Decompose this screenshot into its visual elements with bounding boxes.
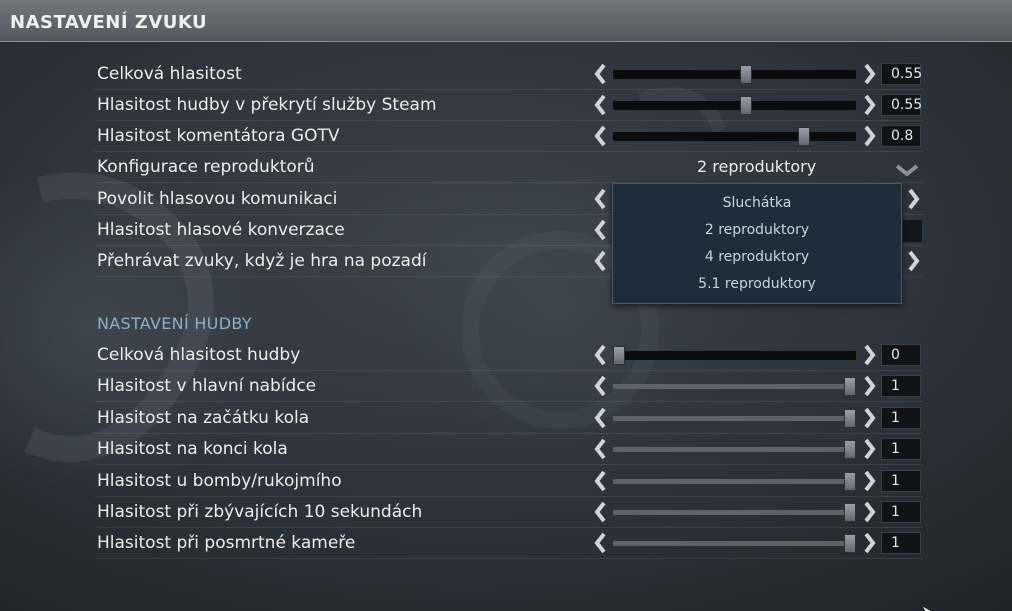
steam-overlay-music-volume-row: Hlasitost hudby v překrytí služby Steam … xyxy=(95,90,923,121)
slider-thumb[interactable] xyxy=(740,96,752,115)
ten-seconds-music-volume-slider[interactable] xyxy=(613,503,856,522)
chevron-left-icon[interactable] xyxy=(593,501,607,523)
deathcam-music-volume-value[interactable]: 1 xyxy=(881,532,921,554)
slider-thumb[interactable] xyxy=(613,346,625,365)
master-volume-slider[interactable] xyxy=(613,65,856,84)
mouse-pointer-icon xyxy=(921,601,932,611)
steam-overlay-music-volume-value[interactable]: 0.55 xyxy=(881,94,922,116)
round-start-music-volume-label: Hlasitost na začátku kola xyxy=(97,408,310,428)
chevron-right-icon[interactable] xyxy=(907,188,921,210)
slider-thumb[interactable] xyxy=(798,127,810,146)
slider-thumb[interactable] xyxy=(844,377,856,396)
bomb-hostage-music-volume-row: Hlasitost u bomby/rukojmího 1 xyxy=(95,466,923,497)
chevron-right-icon[interactable] xyxy=(863,63,877,85)
gotv-commentator-volume-value[interactable]: 0.8 xyxy=(881,125,921,147)
main-menu-music-volume-slider[interactable] xyxy=(613,377,856,396)
page-title: NASTAVENÍ ZVUKU xyxy=(10,12,208,33)
master-volume-value[interactable]: 0.55 xyxy=(881,63,922,85)
chevron-left-icon[interactable] xyxy=(593,250,607,272)
slider-thumb[interactable] xyxy=(844,440,856,459)
chevron-right-icon[interactable] xyxy=(863,125,877,147)
steam-overlay-music-volume-label: Hlasitost hudby v překrytí služby Steam xyxy=(97,95,437,115)
round-start-music-volume-value[interactable]: 1 xyxy=(881,407,921,429)
music-master-volume-row: Celková hlasitost hudby 0 xyxy=(95,340,923,371)
round-start-music-volume-slider[interactable] xyxy=(613,409,856,428)
slider-thumb[interactable] xyxy=(740,65,752,84)
speaker-config-row[interactable]: Konfigurace reproduktorů 2 reproduktory xyxy=(95,152,923,183)
chevron-right-icon[interactable] xyxy=(863,532,877,554)
bomb-hostage-music-volume-value[interactable]: 1 xyxy=(881,470,921,492)
dropdown-option-4-speakers[interactable]: 4 reproduktory xyxy=(613,244,901,271)
main-menu-music-volume-value[interactable]: 1 xyxy=(881,375,921,397)
chevron-left-icon[interactable] xyxy=(593,63,607,85)
ten-seconds-music-volume-row: Hlasitost při zbývajících 10 sekundách 1 xyxy=(95,497,923,528)
round-end-music-volume-row: Hlasitost na konci kola 1 xyxy=(95,434,923,465)
dropdown-option-headphones[interactable]: Sluchátka xyxy=(613,190,901,217)
deathcam-music-volume-label: Hlasitost při posmrtné kameře xyxy=(97,533,356,553)
slider-thumb[interactable] xyxy=(844,472,856,491)
chevron-left-icon[interactable] xyxy=(593,438,607,460)
main-menu-music-volume-label: Hlasitost v hlavní nabídce xyxy=(97,376,317,396)
chevron-right-icon[interactable] xyxy=(863,470,877,492)
speaker-config-selected[interactable]: 2 reproduktory xyxy=(697,157,816,176)
round-end-music-volume-label: Hlasitost na konci kola xyxy=(97,439,288,459)
chevron-right-icon[interactable] xyxy=(907,250,921,272)
chevron-right-icon[interactable] xyxy=(863,94,877,116)
chevron-right-icon[interactable] xyxy=(863,407,877,429)
gotv-commentator-volume-row: Hlasitost komentátora GOTV 0.8 xyxy=(95,121,923,152)
music-master-volume-label: Celková hlasitost hudby xyxy=(97,345,301,365)
round-end-music-volume-slider[interactable] xyxy=(613,440,856,459)
dropdown-option-2-speakers[interactable]: 2 reproduktory xyxy=(613,217,901,244)
round-end-music-volume-value[interactable]: 1 xyxy=(881,438,921,460)
deathcam-music-volume-row: Hlasitost při posmrtné kameře 1 xyxy=(95,528,923,559)
bomb-hostage-music-volume-slider[interactable] xyxy=(613,472,856,491)
chevron-left-icon[interactable] xyxy=(593,125,607,147)
voice-chat-volume-label: Hlasitost hlasové konverzace xyxy=(97,220,345,240)
voice-chat-enable-label: Povolit hlasovou komunikaci xyxy=(97,189,338,209)
slider-thumb[interactable] xyxy=(844,409,856,428)
speaker-config-label: Konfigurace reproduktorů xyxy=(97,157,315,177)
voice-chat-volume-value[interactable] xyxy=(903,220,922,242)
speaker-config-dropdown: Sluchátka 2 reproduktory 4 reproduktory … xyxy=(612,183,902,304)
slider-thumb[interactable] xyxy=(844,503,856,522)
chevron-right-icon[interactable] xyxy=(863,501,877,523)
deathcam-music-volume-slider[interactable] xyxy=(613,534,856,553)
bomb-hostage-music-volume-label: Hlasitost u bomby/rukojmího xyxy=(97,471,342,491)
chevron-left-icon[interactable] xyxy=(593,219,607,241)
gotv-commentator-volume-slider[interactable] xyxy=(613,127,856,146)
music-master-volume-value[interactable]: 0 xyxy=(881,344,921,366)
chevron-left-icon[interactable] xyxy=(593,188,607,210)
chevron-left-icon[interactable] xyxy=(593,344,607,366)
main-menu-music-volume-row: Hlasitost v hlavní nabídce 1 xyxy=(95,371,923,402)
gotv-commentator-volume-label: Hlasitost komentátora GOTV xyxy=(97,126,340,146)
steam-overlay-music-volume-slider[interactable] xyxy=(613,96,856,115)
settings-header: NASTAVENÍ ZVUKU xyxy=(0,0,1012,42)
master-volume-row: Celková hlasitost 0.55 xyxy=(95,59,923,90)
background-sounds-label: Přehrávat zvuky, když je hra na pozadí xyxy=(97,251,427,271)
music-section-title: NASTAVENÍ HUDBY xyxy=(97,314,252,333)
chevron-left-icon[interactable] xyxy=(593,532,607,554)
chevron-left-icon[interactable] xyxy=(593,470,607,492)
chevron-right-icon[interactable] xyxy=(863,375,877,397)
music-master-volume-slider[interactable] xyxy=(613,346,856,365)
chevron-down-icon[interactable] xyxy=(895,162,919,181)
chevron-left-icon[interactable] xyxy=(593,407,607,429)
chevron-right-icon[interactable] xyxy=(863,344,877,366)
round-start-music-volume-row: Hlasitost na začátku kola 1 xyxy=(95,403,923,434)
dropdown-option-5-1-speakers[interactable]: 5.1 reproduktory xyxy=(613,271,901,298)
chevron-left-icon[interactable] xyxy=(593,375,607,397)
slider-thumb[interactable] xyxy=(844,534,856,553)
ten-seconds-music-volume-value[interactable]: 1 xyxy=(881,501,921,523)
ten-seconds-music-volume-label: Hlasitost při zbývajících 10 sekundách xyxy=(97,502,423,522)
master-volume-label: Celková hlasitost xyxy=(97,64,242,84)
chevron-right-icon[interactable] xyxy=(863,438,877,460)
chevron-left-icon[interactable] xyxy=(593,94,607,116)
